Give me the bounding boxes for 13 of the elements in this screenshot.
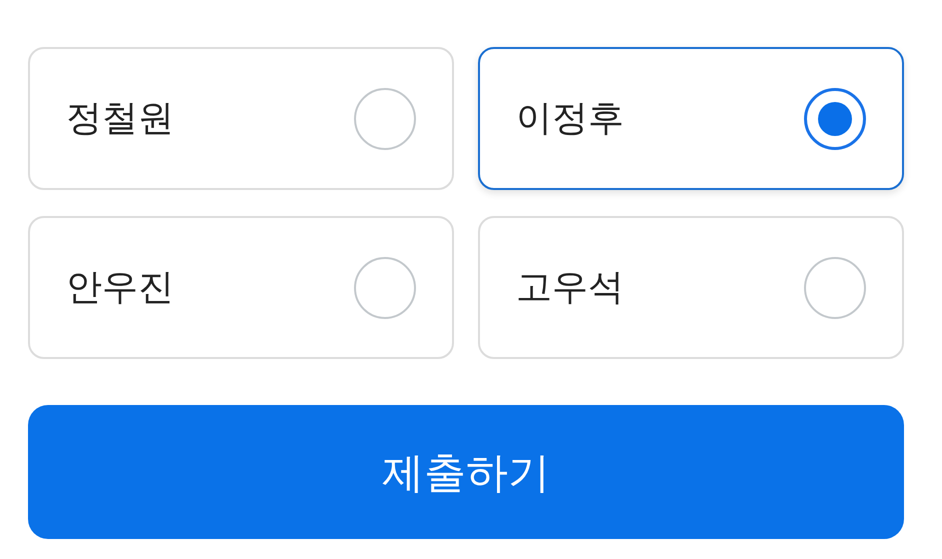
- radio-button[interactable]: [354, 88, 416, 150]
- option-label: 정철원: [66, 96, 174, 140]
- option-label: 고우석: [516, 266, 624, 310]
- submit-button[interactable]: 제출하기: [28, 405, 904, 539]
- option-label: 안우진: [66, 266, 174, 310]
- option-label: 이정후: [516, 96, 624, 140]
- radio-button[interactable]: [804, 88, 866, 150]
- option-card[interactable]: 고우석: [478, 216, 904, 359]
- radio-button[interactable]: [354, 256, 416, 318]
- option-card[interactable]: 정철원: [28, 47, 454, 190]
- radio-button[interactable]: [804, 256, 866, 318]
- option-card[interactable]: 이정후: [478, 47, 904, 190]
- option-card[interactable]: 안우진: [28, 216, 454, 359]
